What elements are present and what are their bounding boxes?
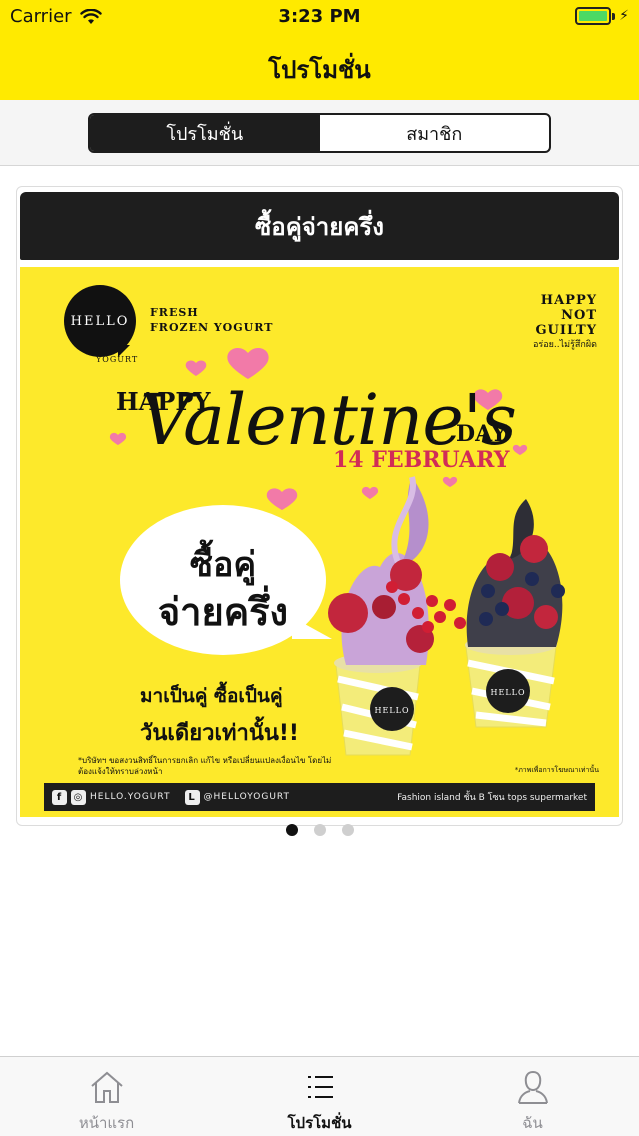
bubble-line-2: จ่ายครึ่ง [157,590,289,634]
segment-promotion[interactable]: โปรโมชั่น [90,115,320,151]
brand-tagline: FRESH FROZEN YOGURT [150,305,273,335]
segmented-control: โปรโมชั่น สมาชิก [88,113,551,153]
page-dot[interactable] [341,824,354,836]
user-icon [517,1070,548,1104]
slogan-thai: อร่อย..ไม่รู้สึกผิด [533,340,597,350]
brand-logo-sub: YOGURT [96,355,139,364]
line-icon: L [184,789,200,805]
screen: Carrier 3:23 PM ⚡ โปรโมชั่น โปรโมชั่น สม… [0,0,639,1136]
top-bar: Carrier 3:23 PM ⚡ โปรโมชั่น [0,0,639,100]
page-indicator[interactable] [0,824,639,836]
brand-slogan: HAPPY NOT GUILTY อร่อย..ไม่รู้สึกผิด [533,293,597,353]
promotion-card[interactable]: ซื้อคู่จ่ายครึ่ง HELLO HELLO HELLO YOGUR… [16,186,623,826]
facebook-icon: f [52,789,67,805]
tagline-line-1: FRESH [150,306,199,319]
promotion-image[interactable]: HELLO HELLO HELLO YOGURT FRESH FROZEN YO… [20,267,619,817]
slogan-line-2: NOT [561,308,597,323]
promo-tagline-1: มาเป็นคู่ ซื้อเป็นคู่ [140,685,283,707]
promotion-title: ซื้อคู่จ่ายครึ่ง [20,192,619,260]
slogan-line-3: GUILTY [535,323,597,338]
tab-profile-label: ฉัน [522,1114,543,1132]
battery-icon: ⚡ [575,7,629,25]
slogan-line-1: HAPPY [540,293,597,308]
segment-member[interactable]: สมาชิก [320,115,550,151]
promo-tagline-2: วันเดียวเท่านั้น!! [140,721,299,746]
tab-home[interactable]: หน้าแรก [0,1057,213,1136]
tab-home-label: หน้าแรก [78,1114,135,1132]
list-icon [307,1076,333,1098]
store-location: Fashion island ชั้น B โซน tops supermark… [397,793,587,803]
instagram-icon: ◎ [71,789,86,805]
page-dot[interactable] [313,824,326,836]
charging-bolt-icon: ⚡ [619,8,629,24]
clock: 3:23 PM [278,6,361,27]
page-dot[interactable] [285,824,298,836]
tab-profile[interactable]: ฉัน [426,1057,639,1136]
tagline-line-2: FROZEN YOGURT [150,321,274,334]
line-handle: @HELLOYOGURT [203,792,291,802]
home-icon [90,1071,123,1103]
page-title: โปรโมชั่น [268,56,371,84]
status-bar: Carrier 3:23 PM ⚡ [0,0,639,34]
fine-print: *บริษัทฯ ขอสงวนสิทธิ์ในการยกเลิก แก้ไข ห… [78,756,332,776]
tab-bar: หน้าแรก โปรโมชั่น ฉัน [0,1056,639,1136]
segment-bar: โปรโมชั่น สมาชิก [0,100,639,166]
fine-print-right: *ภาพเพื่อการโฆษณาเท่านั้น [514,766,599,774]
cup-logo-2: HELLO [491,688,526,697]
headline-date: 14 FEBRUARY [333,447,510,473]
tab-promotion[interactable]: โปรโมชั่น [213,1057,426,1136]
headline-day: DAY [456,421,507,447]
social-handle: HELLO.YOGURT [90,792,171,802]
tab-promotion-label: โปรโมชั่น [287,1114,352,1132]
cup-logo-1: HELLO [375,706,410,715]
promo-footer: f ◎ HELLO.YOGURT L @HELLOYOGURT Fashion … [44,783,595,811]
